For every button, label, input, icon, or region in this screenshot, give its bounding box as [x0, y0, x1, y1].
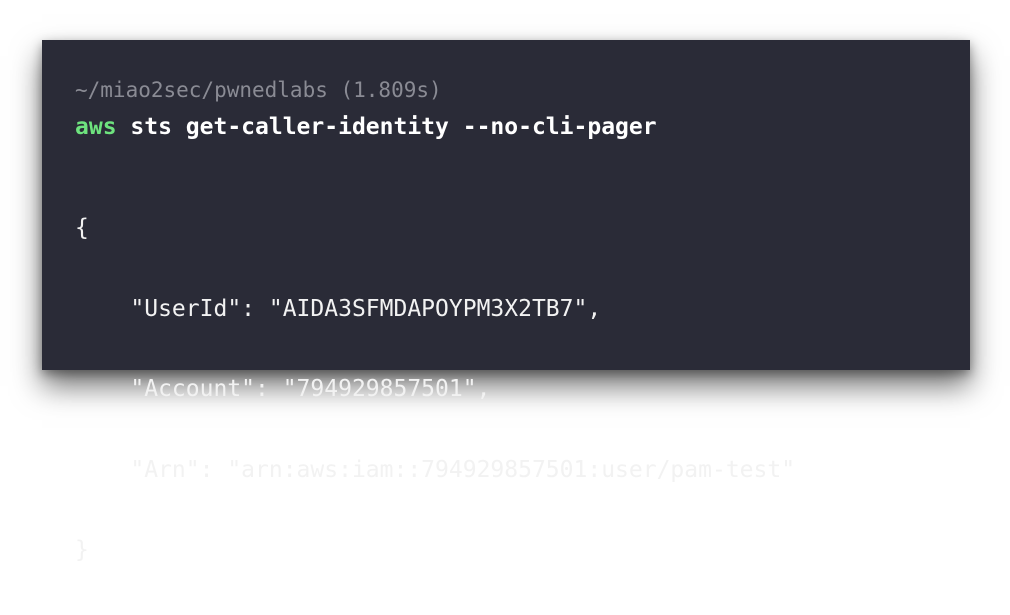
command-line: aws sts get-caller-identity --no-cli-pag… — [75, 116, 657, 139]
json-open-brace: { — [75, 215, 89, 241]
terminal-window: ~/miao2sec/pwnedlabs (1.809s) aws sts ge… — [42, 40, 970, 563]
prompt-path: ~/miao2sec/pwnedlabs (1.809s) — [75, 78, 442, 102]
json-field-userid: "UserId": "AIDA3SFMDAPOYPM3X2TB7", — [75, 295, 602, 322]
json-field-account: "Account": "794929857501", — [75, 376, 491, 402]
command-output: { "UserId": "AIDA3SFMDAPOYPM3X2TB7", "Ac… — [75, 165, 795, 614]
command-args: sts get-caller-identity --no-cli-pager — [116, 114, 657, 140]
command-name: aws — [75, 114, 117, 140]
json-field-arn: "Arn": "arn:aws:iam::794929857501:user/p… — [75, 456, 796, 483]
json-close-brace: } — [75, 537, 89, 563]
